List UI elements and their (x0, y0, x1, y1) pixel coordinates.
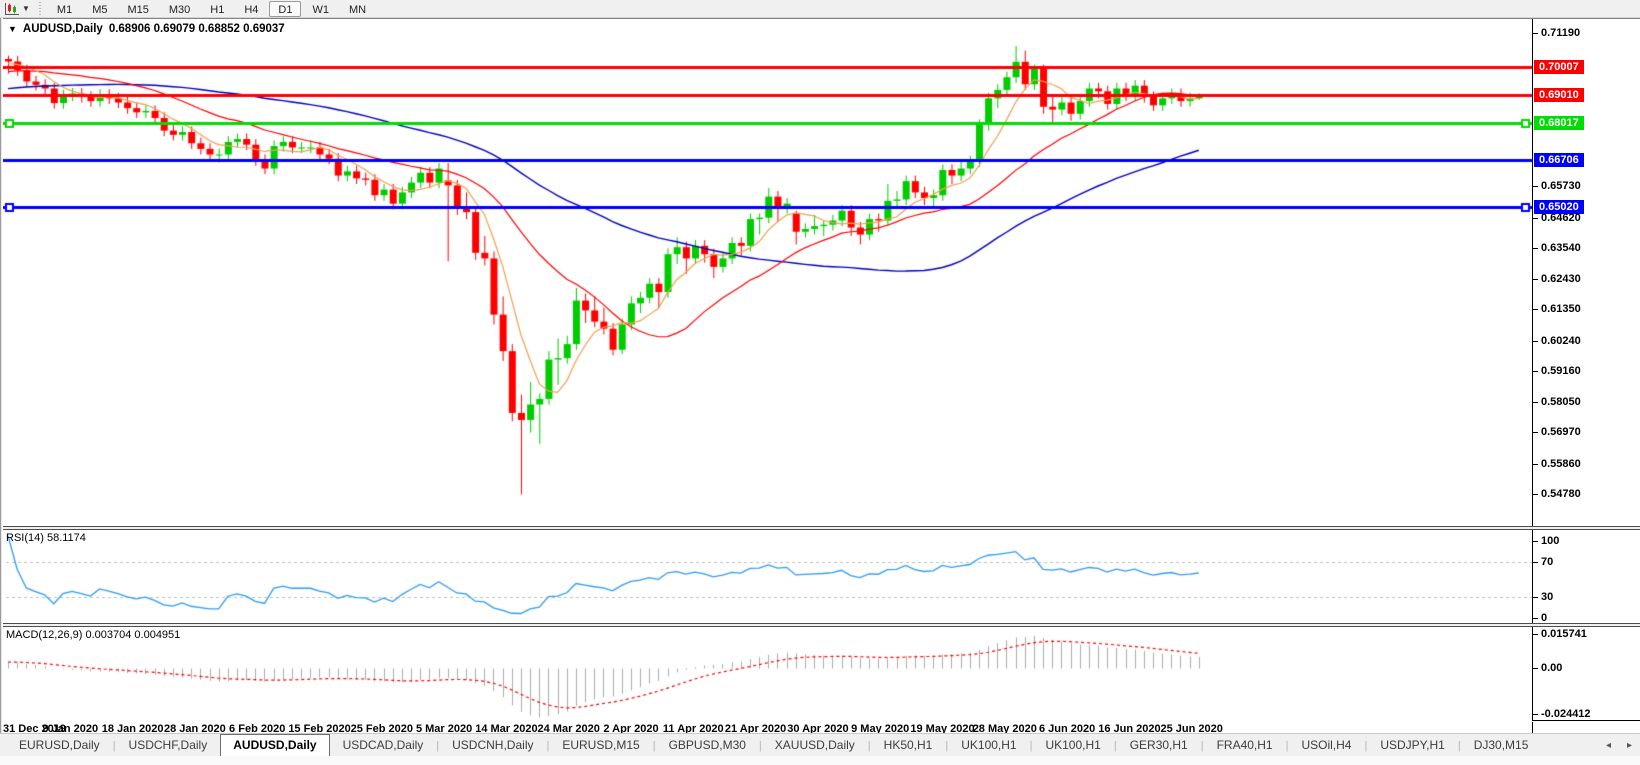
rsi-tick-label: 0 (1532, 612, 1548, 624)
price-tick-label: 0.55860 (1533, 457, 1581, 470)
timeframe-button-w1[interactable]: W1 (303, 1, 338, 17)
tabs-scroll-right-icon[interactable]: ▸ (1627, 740, 1632, 751)
chart-tab-usdcnh-daily[interactable]: USDCNH,Daily (439, 734, 546, 756)
price-chart-panel: ▼ AUDUSD,Daily 0.68906 0.69079 0.68852 0… (0, 19, 1640, 526)
chart-tab-usdcad-daily[interactable]: USDCAD,Daily (330, 734, 437, 756)
timeframe-button-h4[interactable]: H4 (235, 1, 267, 17)
chart-window: ▼ AUDUSD,Daily 0.68906 0.69079 0.68852 0… (0, 18, 1640, 735)
chart-tab-uk100-h1[interactable]: UK100,H1 (948, 734, 1029, 756)
chart-title: ▼ AUDUSD,Daily 0.68906 0.69079 0.68852 0… (8, 23, 285, 35)
hline-price-badge: 0.66706 (1534, 152, 1584, 167)
chart-tab-fra40-h1[interactable]: FRA40,H1 (1204, 734, 1286, 756)
timeframe-button-m1[interactable]: M1 (48, 1, 81, 17)
rsi-tick-label: 70 (1532, 556, 1554, 568)
chart-tab-xauusd-daily[interactable]: XAUUSD,Daily (762, 734, 868, 756)
price-tick-label: 0.58050 (1533, 396, 1581, 409)
panel-splitter[interactable] (0, 526, 1640, 530)
tabs-scroll-left-icon[interactable]: ◂ (1606, 740, 1611, 751)
price-tick-label: 0.65730 (1533, 180, 1581, 193)
price-tick-label: 0.56970 (1533, 426, 1581, 439)
chart-tab-usdjpy-h1[interactable]: USDJPY,H1 (1367, 734, 1457, 756)
window-edge-splitter[interactable] (0, 18, 3, 733)
price-tick-label: 0.54780 (1533, 487, 1581, 500)
rsi-tick-label: 100 (1532, 535, 1560, 547)
rsi-panel: RSI(14) 58.1174 100 70 30 0 (0, 530, 1640, 624)
timeframe-button-d1[interactable]: D1 (269, 0, 302, 17)
price-chart-canvas[interactable] (0, 19, 1532, 526)
chart-ohlc-values: 0.68906 0.69079 0.68852 0.69037 (108, 23, 285, 35)
chart-tab-gbpusd-m30[interactable]: GBPUSD,M30 (656, 734, 759, 756)
timeframe-button-m15[interactable]: M15 (118, 1, 157, 17)
price-tick-label: 0.63540 (1533, 241, 1581, 254)
panel-splitter[interactable] (0, 623, 1640, 627)
chart-tab-hk50-h1[interactable]: HK50,H1 (871, 734, 946, 756)
hline-price-badge: 0.69010 (1534, 88, 1584, 103)
chart-tab-eurusd-m15[interactable]: EURUSD,M15 (549, 734, 652, 756)
macd-axis: 0.015741 0.00 -0.024412 (1532, 627, 1640, 720)
status-bar (0, 756, 1640, 765)
chart-tab-usoil-h4[interactable]: USOil,H4 (1288, 734, 1364, 756)
macd-panel: MACD(12,26,9) 0.003704 0.004951 0.015741… (0, 627, 1640, 721)
timeframe-toolbar: ▼ M1 M5 M15 M30 H1 H4 D1 W1 MN (0, 0, 1640, 18)
price-tick-label: 0.61350 (1533, 303, 1581, 316)
timeframe-button-h1[interactable]: H1 (201, 1, 233, 17)
price-tick-label: 0.60240 (1533, 334, 1581, 347)
macd-canvas[interactable] (0, 627, 1532, 721)
chart-tab-eurusd-daily[interactable]: EURUSD,Daily (6, 734, 113, 756)
chart-tab-audusd-daily[interactable]: AUDUSD,Daily (220, 734, 330, 756)
hline-price-badge: 0.65020 (1534, 200, 1584, 215)
chart-tab-usdchf-daily[interactable]: USDCHF,Daily (116, 734, 221, 756)
hline-price-badge: 0.70007 (1534, 60, 1584, 75)
candlestick-chart-icon (5, 2, 19, 15)
macd-tick-label: -0.024412 (1533, 708, 1591, 720)
timeframe-button-m5[interactable]: M5 (83, 1, 116, 17)
macd-label: MACD(12,26,9) 0.003704 0.004951 (6, 629, 181, 641)
chart-tab-uk100-h1[interactable]: UK100,H1 (1032, 734, 1113, 756)
price-tick-label: 0.62430 (1533, 273, 1581, 286)
hline-price-badge: 0.68017 (1534, 116, 1584, 131)
price-tick-label: 0.59160 (1533, 364, 1581, 377)
rsi-canvas[interactable] (0, 530, 1532, 623)
timeframe-button-m30[interactable]: M30 (160, 1, 199, 17)
macd-tick-label: 0.00 (1532, 662, 1563, 674)
chart-type-button[interactable]: ▼ (0, 1, 34, 17)
chart-tab-bar: EURUSD,Daily | USDCHF,Daily AUDUSD,Daily USD… (0, 733, 1640, 756)
chevron-down-icon: ▼ (22, 3, 30, 13)
chart-symbol-label: AUDUSD,Daily (22, 23, 103, 35)
chart-tab-ger30-h1[interactable]: GER30,H1 (1117, 734, 1201, 756)
rsi-axis: 100 70 30 0 (1532, 530, 1640, 624)
chart-menu-arrow-icon[interactable]: ▼ (8, 24, 17, 34)
price-axis[interactable]: 0.71190 0.65730 0.64620 0.63540 0.62430 0.613… (1532, 19, 1640, 526)
macd-tick-label: 0.015741 (1533, 627, 1587, 640)
rsi-label: RSI(14) 58.1174 (6, 532, 86, 544)
mt4-window: ▼ M1 M5 M15 M30 H1 H4 D1 W1 MN ▼ AUDUSD,Daily 0.… (0, 0, 1640, 765)
chart-tab-dj30-m15[interactable]: DJ30,M15 (1461, 734, 1542, 756)
toolbar-grip[interactable] (37, 1, 43, 16)
price-tick-label: 0.71190 (1532, 27, 1581, 39)
rsi-tick-label: 30 (1532, 591, 1554, 603)
timeframe-button-mn[interactable]: MN (340, 1, 375, 17)
